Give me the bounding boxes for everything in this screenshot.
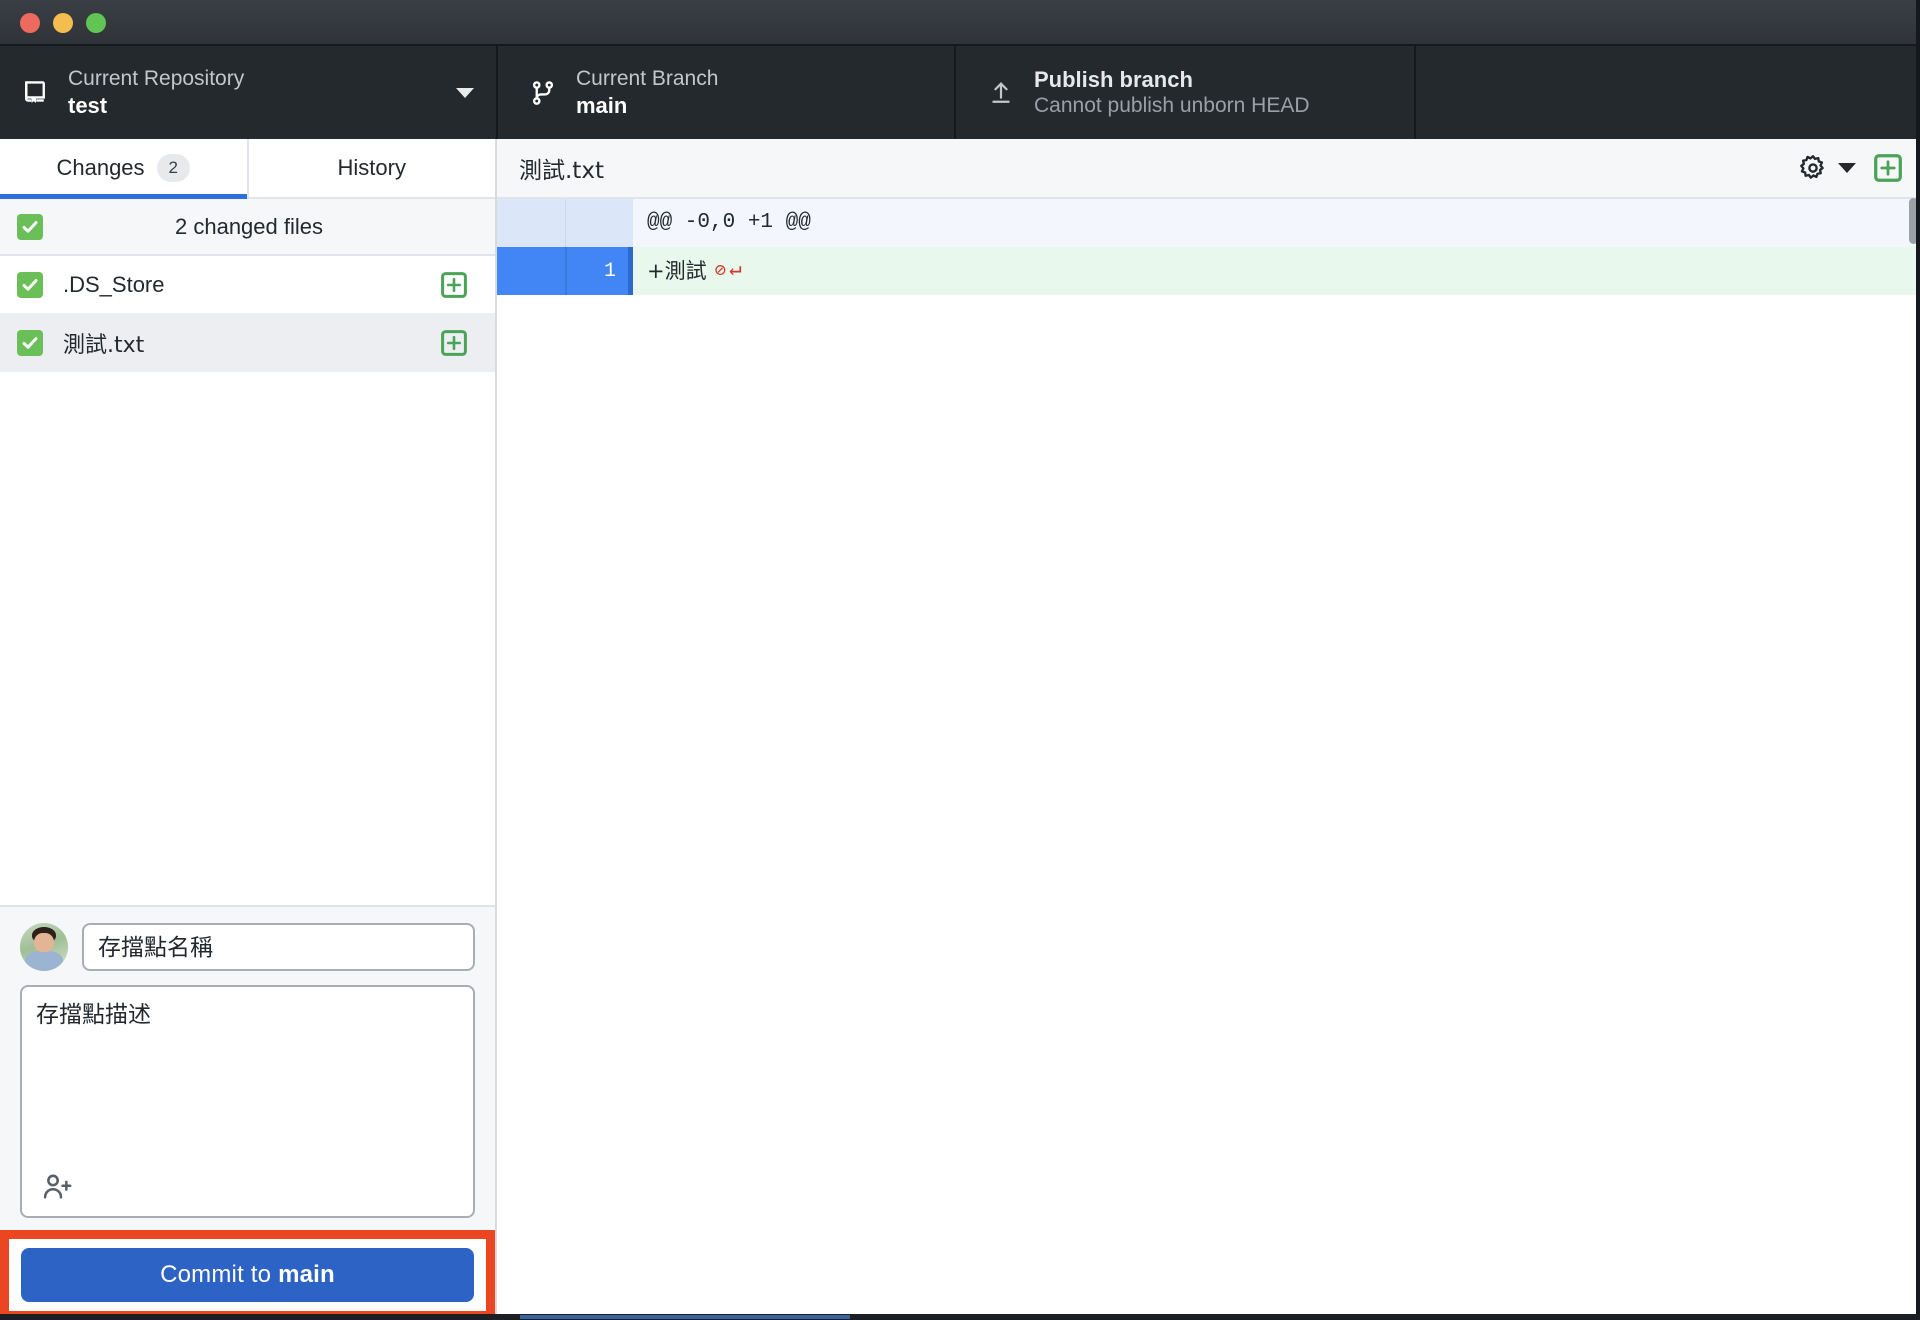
commit-to-main-button[interactable]: Commit to main	[21, 1248, 474, 1302]
gear-icon	[1798, 153, 1828, 183]
publish-branch-sublabel: Cannot publish unborn HEAD	[1034, 94, 1310, 118]
file-status-added-icon	[441, 329, 467, 356]
diff-added-text: +測試 ⊘ ↵	[633, 247, 1920, 295]
select-all-checkbox[interactable]	[17, 213, 43, 240]
traffic-light-controls	[20, 13, 106, 33]
diff-content[interactable]: @@ -0,0 +1 @@ 1 +測試 ⊘ ↵	[497, 199, 1920, 1320]
window-bottom-edge	[0, 1314, 1920, 1320]
tab-changes-badge: 2	[156, 154, 191, 182]
current-repository-label: Current Repository	[68, 66, 245, 90]
plus-box-icon[interactable]	[1874, 154, 1902, 182]
current-branch-button[interactable]: Current Branch main	[498, 46, 956, 139]
tab-history-label: History	[337, 155, 406, 180]
commit-description-wrapper	[20, 985, 475, 1218]
git-branch-icon	[526, 78, 560, 108]
window-titlebar	[0, 0, 1920, 46]
diff-hunk-text: @@ -0,0 +1 @@	[633, 199, 1920, 247]
close-window-button[interactable]	[20, 13, 40, 33]
minimize-window-button[interactable]	[53, 13, 73, 33]
commit-button-highlight: Commit to main	[0, 1230, 495, 1320]
publish-branch-label: Publish branch	[1034, 66, 1193, 92]
current-repository-button[interactable]: Current Repository test	[0, 46, 498, 139]
diff-gutter-old	[497, 199, 565, 247]
upload-icon	[984, 79, 1018, 107]
add-person-icon[interactable]	[40, 1170, 74, 1204]
chevron-down-icon	[1838, 163, 1856, 173]
diff-header-actions	[1798, 153, 1902, 183]
diff-gutter-new	[565, 199, 633, 247]
diff-file-name: 測試.txt	[519, 158, 604, 184]
tab-changes[interactable]: Changes 2	[0, 139, 247, 199]
commit-button-prefix: Commit to	[160, 1261, 279, 1288]
changed-files-count-label: 2 changed files	[175, 213, 323, 239]
maximize-window-button[interactable]	[86, 13, 106, 33]
changes-sidebar: Changes 2 History 2 changed files .DS_St…	[0, 139, 497, 1320]
diff-added-line[interactable]: 1 +測試 ⊘ ↵	[497, 247, 1920, 295]
select-all-changed-files-row[interactable]: 2 changed files	[0, 199, 495, 256]
commit-form: Commit to main	[0, 905, 495, 1320]
tab-history[interactable]: History	[246, 139, 496, 197]
sidebar-empty-space	[0, 372, 495, 905]
diff-hunk-line: @@ -0,0 +1 @@	[497, 199, 1920, 247]
diff-settings-button[interactable]	[1798, 153, 1856, 183]
sidebar-tabs: Changes 2 History	[0, 139, 495, 199]
diff-panel: 測試.txt @@ -0,0 +1 @@ 1 +測試 ⊘ ↵	[497, 139, 1920, 1320]
commit-description-input[interactable]	[36, 999, 459, 1216]
diff-added-content: +測試	[647, 259, 707, 283]
file-checkbox[interactable]	[17, 271, 43, 298]
carriage-return-icon: ↵	[729, 259, 742, 282]
toolbar-empty-region	[1416, 46, 1920, 139]
current-repository-value: test	[68, 92, 108, 118]
tab-changes-label: Changes	[56, 155, 145, 180]
diff-gutter-old	[497, 247, 565, 295]
chevron-down-icon	[456, 87, 474, 98]
changed-file-list: .DS_Store 測試.txt	[0, 256, 495, 372]
file-row-ceshi-txt[interactable]: 測試.txt	[0, 314, 495, 372]
commit-summary-input[interactable]	[82, 923, 475, 971]
current-branch-label: Current Branch	[576, 66, 719, 90]
file-name-label: 測試.txt	[63, 332, 145, 358]
diff-header: 測試.txt	[497, 139, 1920, 199]
diff-gutter-new: 1	[565, 247, 633, 295]
current-branch-value: main	[576, 92, 628, 118]
file-name-label: .DS_Store	[63, 271, 165, 297]
commit-button-branch: main	[278, 1261, 335, 1288]
avatar	[20, 923, 68, 971]
window-right-edge	[1916, 0, 1920, 1320]
repo-icon	[18, 78, 52, 108]
main-body: Changes 2 History 2 changed files .DS_St…	[0, 139, 1920, 1320]
github-desktop-window: Current Repository test Current Branch m…	[0, 0, 1920, 1320]
commit-summary-row	[20, 923, 475, 971]
file-checkbox[interactable]	[17, 329, 43, 356]
file-status-added-icon	[441, 271, 467, 298]
horizontal-scrollbar-thumb[interactable]	[520, 1315, 850, 1319]
publish-branch-button[interactable]: Publish branch Cannot publish unborn HEA…	[956, 46, 1416, 139]
file-row-ds-store[interactable]: .DS_Store	[0, 256, 495, 314]
no-newline-icon: ⊘	[714, 260, 727, 282]
main-toolbar: Current Repository test Current Branch m…	[0, 46, 1920, 139]
